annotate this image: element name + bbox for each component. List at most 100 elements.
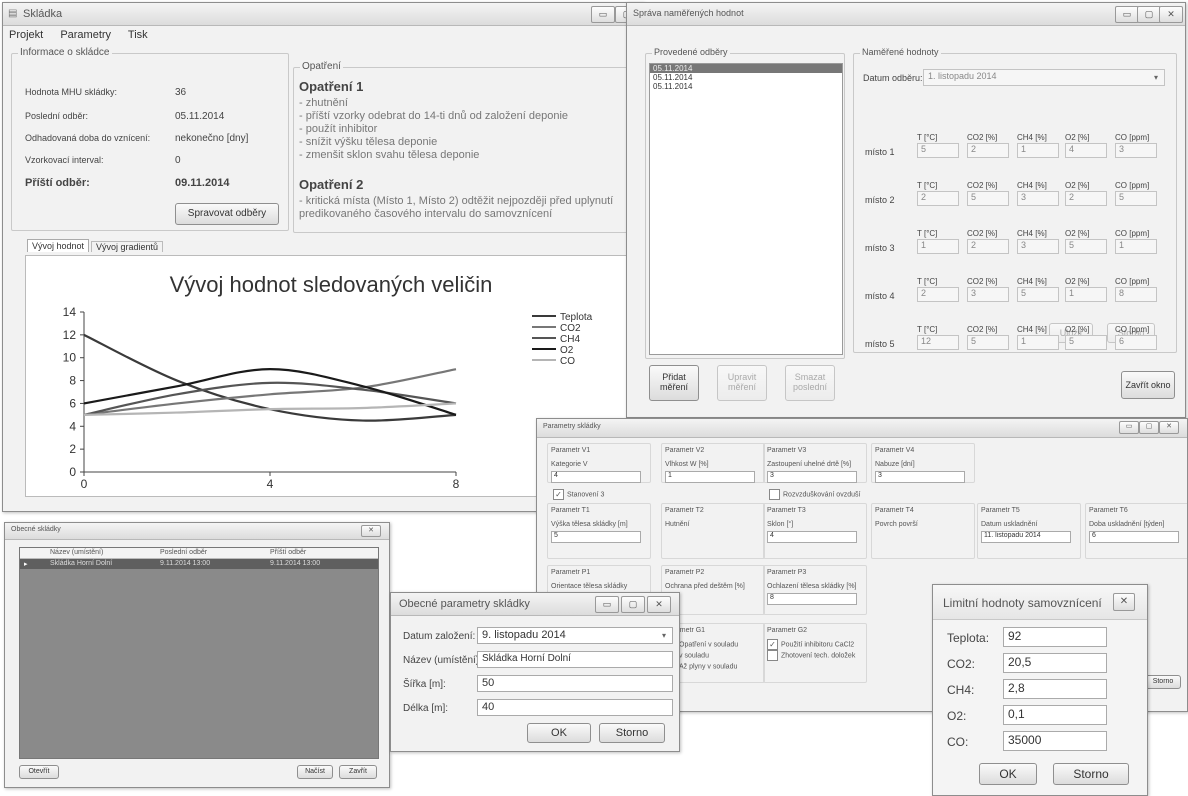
place-4-value-4[interactable]: 1: [1065, 287, 1107, 302]
place-4-value-2[interactable]: 3: [967, 287, 1009, 302]
sprava-maximize-icon[interactable]: ▢: [1137, 6, 1161, 23]
manage-samples-button[interactable]: Spravovat odběry: [175, 203, 279, 225]
tab-vyvoj-gradientu[interactable]: Vývoj gradientů: [91, 241, 164, 252]
place-2-value-2[interactable]: 5: [967, 191, 1009, 206]
obecne-open-button[interactable]: Otevřít: [19, 765, 59, 779]
place-3-value-3[interactable]: 3: [1017, 239, 1059, 254]
param-t5-field[interactable]: 11. listopadu 2014: [981, 531, 1071, 543]
obecne-close-icon[interactable]: ✕: [361, 525, 381, 537]
gp-name-field[interactable]: Skládka Horní Dolní: [477, 651, 673, 668]
place-5-value-1[interactable]: 12: [917, 335, 959, 350]
place-1-value-3[interactable]: 1: [1017, 143, 1059, 158]
minimize-icon[interactable]: ▭: [591, 6, 615, 23]
param-p2-label: Ochrana před deštěm [%]: [665, 583, 745, 590]
param-v1-field[interactable]: 4: [551, 471, 641, 483]
place-4-value-3[interactable]: 5: [1017, 287, 1059, 302]
obecne-grid[interactable]: Název (umístění) Poslední odběr Příští o…: [19, 547, 379, 759]
obecne-load-button[interactable]: Načíst: [297, 765, 333, 779]
params-close-icon[interactable]: ✕: [1159, 421, 1179, 434]
param-t6-field[interactable]: 6: [1089, 531, 1179, 543]
obecne-grid-row[interactable]: ▸ Skládka Horní Dolní 9.11.2014 13:00 9.…: [20, 559, 378, 569]
place-1-value-5[interactable]: 3: [1115, 143, 1157, 158]
limit-field-1[interactable]: 92: [1003, 627, 1107, 647]
gp-calendar-icon[interactable]: ▾: [658, 630, 670, 641]
limit-label-2: CO2:: [947, 657, 976, 671]
param-v2-field[interactable]: 1: [665, 471, 755, 483]
limits-ok-button[interactable]: OK: [979, 763, 1037, 785]
place-5-value-5[interactable]: 6: [1115, 335, 1157, 350]
gp-width-field[interactable]: 50: [477, 675, 673, 692]
place-2-value-4[interactable]: 2: [1065, 191, 1107, 206]
place-2-value-5[interactable]: 5: [1115, 191, 1157, 206]
gp-length-field[interactable]: 40: [477, 699, 673, 716]
gp-close-icon[interactable]: ✕: [647, 596, 671, 613]
limits-close-icon[interactable]: ✕: [1113, 593, 1135, 611]
param-v3-check[interactable]: Rozvzduškování ovzduší: [769, 489, 860, 500]
samples-list-item-3[interactable]: 05.11.2014: [650, 82, 842, 91]
place-4-value-1[interactable]: 2: [917, 287, 959, 302]
place-1-value-2[interactable]: 2: [967, 143, 1009, 158]
check-icon[interactable]: ✓: [767, 639, 778, 650]
samples-list-item-1[interactable]: 05.11.2014: [650, 64, 842, 73]
param-g2-option-2[interactable]: Zhotovení tech. doložek: [767, 650, 855, 661]
param-g2-option-1[interactable]: ✓ Použití inhibitoru CaCl2: [767, 639, 854, 650]
menu-projekt[interactable]: Projekt: [9, 29, 43, 41]
add-measurement-button[interactable]: Přidat měření: [649, 365, 699, 401]
samples-list[interactable]: 05.11.2014 05.11.2014 05.11.2014: [649, 63, 843, 355]
param-v3-field[interactable]: 3: [767, 471, 857, 483]
edit-measurement-button[interactable]: Upravit měření: [717, 365, 767, 401]
sprava-close-icon[interactable]: ✕: [1159, 6, 1183, 23]
params-maximize-icon[interactable]: ▢: [1139, 421, 1159, 434]
obecne-close-button[interactable]: Zavřít: [339, 765, 377, 779]
param-v1-check[interactable]: ✓ Stanovení 3: [553, 489, 604, 500]
checkbox-icon[interactable]: [769, 489, 780, 500]
place-3-value-4[interactable]: 5: [1065, 239, 1107, 254]
menu-tisk[interactable]: Tisk: [128, 29, 148, 41]
param-t1-field[interactable]: 5: [551, 531, 641, 543]
place-4-value-5[interactable]: 8: [1115, 287, 1157, 302]
gp-ok-button[interactable]: OK: [527, 723, 591, 743]
params-minimize-icon[interactable]: ▭: [1119, 421, 1139, 434]
place-5-value-3[interactable]: 1: [1017, 335, 1059, 350]
menu-parametry[interactable]: Parametry: [60, 29, 111, 41]
place-5-value-4[interactable]: 5: [1065, 335, 1107, 350]
samples-list-item-2[interactable]: 05.11.2014: [650, 73, 842, 82]
date-picker[interactable]: 1. listopadu 2014 ▾: [923, 69, 1165, 86]
place-1-value-1[interactable]: 5: [917, 143, 959, 158]
limit-field-4[interactable]: 0,1: [1003, 705, 1107, 725]
gp-cancel-button[interactable]: Storno: [599, 723, 665, 743]
tab-vyvoj-hodnot[interactable]: Vývoj hodnot: [27, 239, 90, 252]
place-3-value-2[interactable]: 2: [967, 239, 1009, 254]
place-3-value-1[interactable]: 1: [917, 239, 959, 254]
place-5-value-2[interactable]: 5: [967, 335, 1009, 350]
info-value-2: 05.11.2014: [175, 111, 225, 122]
param-t1-label: Výška tělesa skládky [m]: [551, 521, 628, 528]
calendar-dropdown-icon[interactable]: ▾: [1150, 72, 1162, 83]
param-g2-option-label-1: Použití inhibitoru CaCl2: [781, 641, 855, 649]
params-storno-button[interactable]: Storno: [1145, 675, 1181, 689]
checkbox-icon[interactable]: [767, 650, 778, 661]
param-p3-field[interactable]: 8: [767, 593, 857, 605]
param-t4-title: Parametr T4: [875, 507, 914, 514]
place-2-value-1[interactable]: 2: [917, 191, 959, 206]
param-v4-field[interactable]: 3: [875, 471, 965, 483]
place-2-value-3[interactable]: 3: [1017, 191, 1059, 206]
gp-date-picker[interactable]: 9. listopadu 2014 ▾: [477, 627, 673, 644]
limit-field-3[interactable]: 2,8: [1003, 679, 1107, 699]
limit-field-5[interactable]: 35000: [1003, 731, 1107, 751]
check-icon[interactable]: ✓: [553, 489, 564, 500]
close-window-button[interactable]: Zavřít okno: [1121, 371, 1175, 399]
gp-minimize-icon[interactable]: ▭: [595, 596, 619, 613]
param-t3-field[interactable]: 4: [767, 531, 857, 543]
sprava-minimize-icon[interactable]: ▭: [1115, 6, 1139, 23]
place-1-value-4[interactable]: 4: [1065, 143, 1107, 158]
place-3-value-5[interactable]: 1: [1115, 239, 1157, 254]
info-value-4: 0: [175, 155, 181, 166]
param-p1-label: Orientace tělesa skládky: [551, 583, 628, 590]
info-group-title: Informace o skládce: [18, 47, 112, 58]
gp-date-value: 9. listopadu 2014: [482, 629, 566, 641]
limits-cancel-button[interactable]: Storno: [1053, 763, 1129, 785]
gp-maximize-icon[interactable]: ▢: [621, 596, 645, 613]
limit-field-2[interactable]: 20,5: [1003, 653, 1107, 673]
delete-last-button[interactable]: Smazat poslední: [785, 365, 835, 401]
